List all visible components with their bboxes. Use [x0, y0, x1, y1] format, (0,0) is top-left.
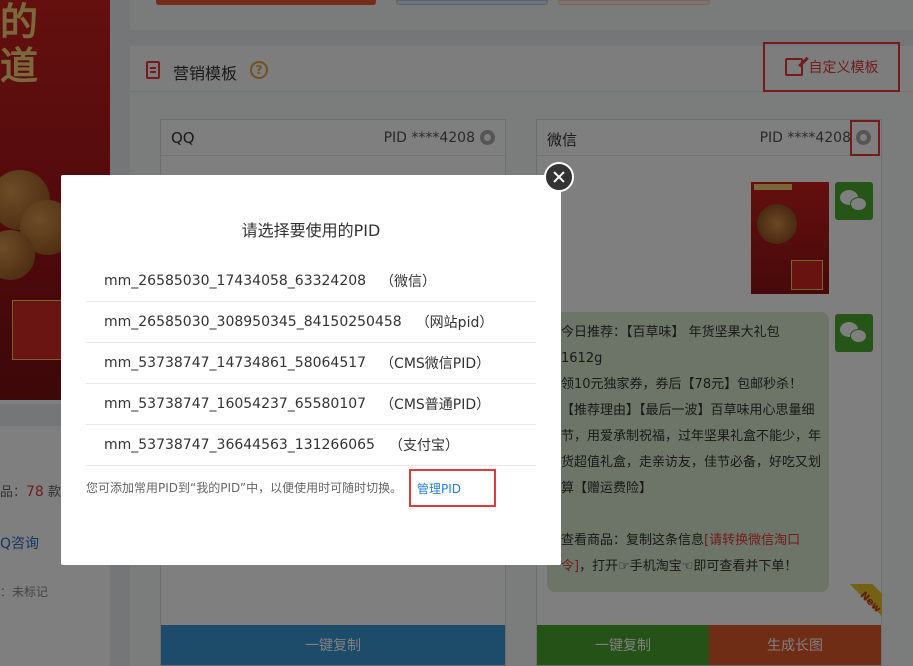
- pid-tag: （微信）: [380, 274, 437, 290]
- pid-option[interactable]: mm_53738747_16054237_65580107 （CMS普通PID）: [86, 384, 536, 425]
- pid-tag: （网站pid）: [415, 315, 494, 331]
- manage-pid-link[interactable]: 管理PID: [409, 469, 496, 507]
- pid-option[interactable]: mm_53738747_36644563_131266065 （支付宝）: [86, 425, 536, 466]
- pid-option[interactable]: mm_26585030_17434058_63324208 （微信）: [86, 261, 536, 302]
- close-icon[interactable]: [544, 162, 574, 192]
- pid-option[interactable]: mm_26585030_308950345_84150250458 （网站pid）: [86, 302, 536, 343]
- pid-tag: （CMS微信PID）: [380, 356, 491, 372]
- pid-tag: （支付宝）: [388, 438, 459, 454]
- modal-title: 请选择要使用的PID: [241, 221, 381, 240]
- pid-tag: （CMS普通PID）: [380, 397, 491, 413]
- pid-option[interactable]: mm_53738747_14734861_58064517 （CMS微信PID）: [86, 343, 536, 384]
- pid-value: mm_53738747_14734861_58064517: [104, 355, 367, 371]
- pid-value: mm_53738747_16054237_65580107: [104, 396, 367, 412]
- pid-select-modal: 请选择要使用的PID mm_26585030_17434058_63324208…: [61, 175, 561, 565]
- pid-value: mm_26585030_17434058_63324208: [104, 273, 367, 289]
- pid-value: mm_53738747_36644563_131266065: [104, 437, 375, 453]
- modal-tip: 您可添加常用PID到“我的PID”中，以便使用时可随时切换。: [86, 481, 403, 495]
- pid-value: mm_26585030_308950345_84150250458: [104, 314, 402, 330]
- pid-option-list: mm_26585030_17434058_63324208 （微信） mm_265…: [86, 261, 536, 466]
